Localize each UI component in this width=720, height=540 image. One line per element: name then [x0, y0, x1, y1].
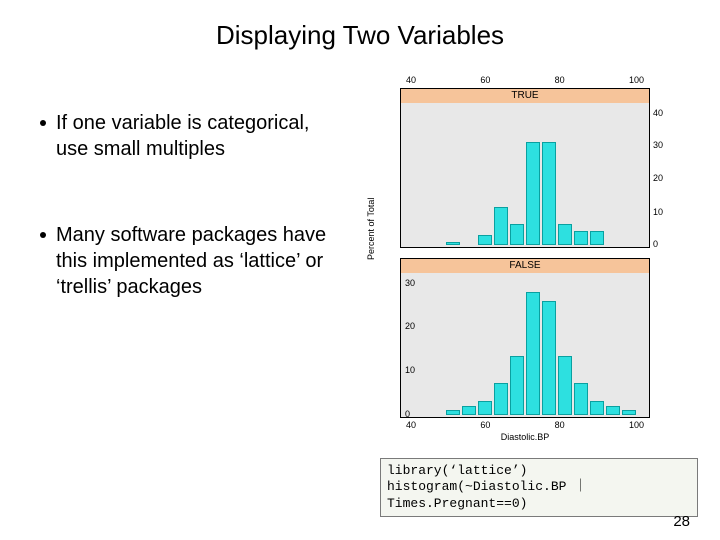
y-ticks: 0 10 20 30	[405, 273, 427, 419]
chart-figure: 40 60 80 100 TRUE 0 10 20 30 40 FALSE	[370, 80, 680, 440]
y-ticks: 0 10 20 30 40	[653, 103, 675, 249]
bullet-text: Many software packages have this impleme…	[56, 222, 340, 300]
page-number: 28	[673, 513, 690, 530]
bars	[413, 101, 636, 245]
y-axis-label: Percent of Total	[366, 198, 376, 260]
chart-panel-false: FALSE 0 10 20 30	[400, 258, 650, 418]
code-line: histogram(~Diastolic.BP ｜Times.Pregnant=…	[387, 479, 691, 512]
x-ticks-bottom: 40 60 80 100	[400, 420, 650, 430]
bars	[413, 271, 636, 415]
x-axis-label: Diastolic.BP	[370, 432, 680, 442]
code-snippet: library(‘lattice’) histogram(~Diastolic.…	[380, 458, 698, 517]
list-item: If one variable is categorical, use smal…	[40, 110, 340, 162]
bullet-dot-icon	[40, 120, 46, 126]
code-line: library(‘lattice’)	[387, 463, 691, 479]
panel-body	[401, 103, 649, 247]
panel-body	[401, 273, 649, 417]
bullet-text: If one variable is categorical, use smal…	[56, 110, 340, 162]
slide-title: Displaying Two Variables	[0, 20, 720, 51]
bullet-dot-icon	[40, 232, 46, 238]
list-item: Many software packages have this impleme…	[40, 222, 340, 300]
chart-panel-true: TRUE 0 10 20 30 40	[400, 88, 650, 248]
bullet-list: If one variable is categorical, use smal…	[40, 110, 340, 360]
x-ticks-top: 40 60 80 100	[400, 75, 650, 85]
